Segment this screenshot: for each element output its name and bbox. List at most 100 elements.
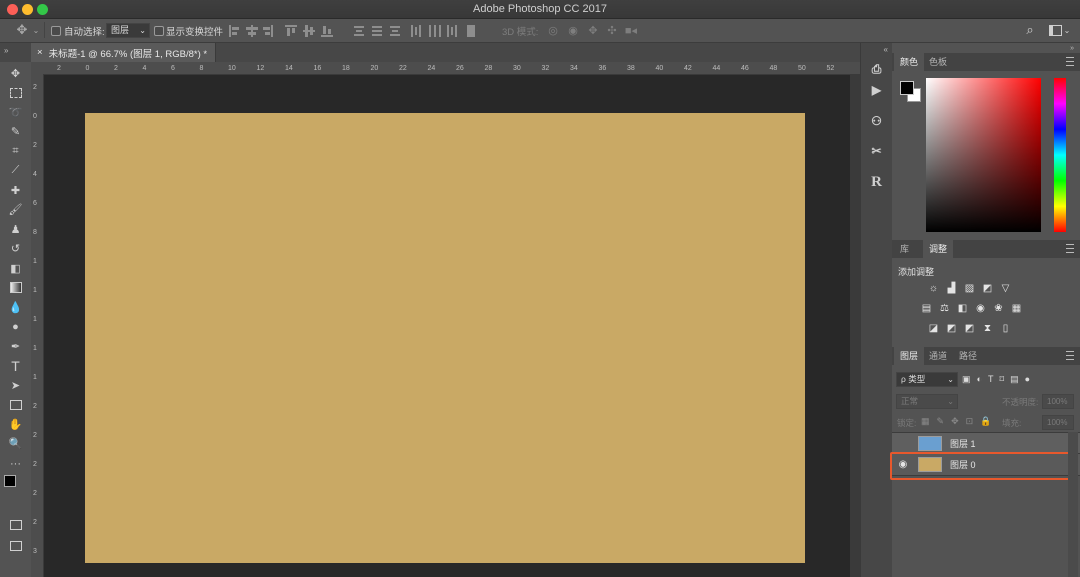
- smart-object-filter-icon[interactable]: ▤: [1010, 374, 1019, 385]
- properties-panel-icon[interactable]: ⚇: [861, 110, 892, 132]
- black-white-icon[interactable]: ◧: [957, 303, 968, 314]
- threshold-icon[interactable]: ◩: [964, 323, 975, 334]
- adjustment-filter-icon[interactable]: ◐: [977, 374, 982, 385]
- panel-menu-icon[interactable]: [1066, 57, 1074, 66]
- brush-tool-icon[interactable]: 🖌: [0, 200, 31, 219]
- history-brush-tool-icon[interactable]: ↺: [0, 239, 31, 258]
- posterize-icon[interactable]: ◩: [946, 323, 957, 334]
- tab-paths[interactable]: 路径: [953, 347, 983, 365]
- brush-settings-panel-icon[interactable]: ✂: [861, 140, 892, 162]
- move-tool-icon[interactable]: ✥: [14, 22, 30, 37]
- document-canvas[interactable]: [85, 113, 805, 563]
- lock-all-icon[interactable]: 🔒: [980, 416, 991, 427]
- dodge-tool-icon[interactable]: ●: [0, 317, 31, 336]
- close-tab-icon[interactable]: ×: [37, 47, 43, 58]
- layer-filter-dropdown[interactable]: ρ 类型 ⌄: [896, 372, 958, 387]
- filter-toggle-icon[interactable]: ●: [1025, 374, 1030, 385]
- quick-mask-icon[interactable]: [0, 515, 31, 534]
- lock-pixels-icon[interactable]: ✎: [937, 416, 945, 427]
- panel-menu-icon[interactable]: [1066, 351, 1074, 360]
- healing-brush-tool-icon[interactable]: ✚: [0, 181, 31, 200]
- tab-color[interactable]: 颜色: [894, 53, 925, 71]
- collapse-strip-icon[interactable]: «: [884, 45, 888, 54]
- lock-artboard-icon[interactable]: ⊡: [966, 416, 974, 427]
- levels-icon[interactable]: ▟: [946, 283, 957, 294]
- 3d-drag-icon[interactable]: ✥: [586, 23, 600, 37]
- gradient-tool-icon[interactable]: [0, 278, 31, 297]
- tab-layers[interactable]: 图层: [894, 347, 925, 365]
- screen-mode-icon[interactable]: [0, 536, 31, 555]
- gradient-map-icon[interactable]: ▯: [1000, 323, 1011, 334]
- vertical-scrollbar[interactable]: [850, 75, 860, 577]
- channel-mixer-icon[interactable]: ❀: [993, 303, 1004, 314]
- plugin-panel-icon[interactable]: R: [861, 171, 892, 193]
- tab-adjustments[interactable]: 调整: [923, 240, 954, 258]
- eye-icon[interactable]: ◉: [892, 459, 914, 470]
- move-tool-icon[interactable]: ✥: [0, 64, 31, 83]
- clone-stamp-tool-icon[interactable]: ♟: [0, 220, 31, 239]
- ruler-tick-label: 0: [85, 65, 90, 72]
- layer-row[interactable]: 图层 1: [892, 432, 1080, 454]
- rectangle-tool-icon[interactable]: [0, 395, 31, 414]
- eraser-tool-icon[interactable]: ◧: [0, 259, 31, 278]
- invert-icon[interactable]: ◪: [928, 323, 939, 334]
- color-foreground-swatch[interactable]: [900, 81, 914, 95]
- vertical-ruler[interactable]: 2 0 2 4 6 8 1 1 1 1 1 2 2 2 2 2 3: [31, 74, 44, 577]
- eyedropper-tool-icon[interactable]: ⟋: [0, 161, 31, 180]
- 3d-rotate-icon[interactable]: ◎: [546, 23, 560, 37]
- chevron-down-icon[interactable]: ⌄: [1063, 23, 1071, 37]
- color-lookup-icon[interactable]: ▦: [1011, 303, 1022, 314]
- curves-icon[interactable]: ▨: [964, 283, 975, 294]
- workspace-icon[interactable]: [1049, 25, 1062, 36]
- vibrance-icon[interactable]: ▽: [1000, 283, 1011, 294]
- lasso-tool-icon[interactable]: ➰: [0, 103, 31, 122]
- blend-mode-dropdown[interactable]: 正常 ⌄: [896, 394, 958, 409]
- exposure-icon[interactable]: ◩: [982, 283, 993, 294]
- collapse-toolbar-icon[interactable]: »: [4, 46, 8, 55]
- type-tool-icon[interactable]: T: [0, 356, 31, 375]
- history-panel-icon[interactable]: ⎙: [861, 58, 892, 80]
- opacity-input[interactable]: 100%: [1042, 394, 1074, 409]
- lock-transparent-icon[interactable]: ▦: [921, 416, 930, 427]
- marquee-tool-icon[interactable]: [0, 83, 31, 102]
- crop-tool-icon[interactable]: ⌗: [0, 142, 31, 161]
- 3d-roll-icon[interactable]: ◉: [566, 23, 580, 37]
- type-filter-icon[interactable]: T: [988, 374, 994, 385]
- actions-panel-icon[interactable]: ▶: [861, 79, 892, 101]
- tab-swatches[interactable]: 色板: [923, 53, 953, 71]
- selective-color-icon[interactable]: ⧗: [982, 323, 993, 334]
- collapse-panels-icon[interactable]: »: [892, 45, 1080, 52]
- path-selection-tool-icon[interactable]: ➤: [0, 376, 31, 395]
- chevron-down-icon[interactable]: ⌄: [32, 23, 40, 37]
- lock-position-icon[interactable]: ✥: [951, 416, 959, 427]
- 3d-scale-icon[interactable]: ■◂: [624, 23, 638, 37]
- layer-row[interactable]: ◉ 图层 0: [892, 453, 1080, 476]
- hue-slider[interactable]: [1054, 78, 1066, 232]
- document-tab[interactable]: × 未标题-1 @ 66.7% (图层 1, RGB/8*) *: [31, 43, 217, 62]
- blur-tool-icon[interactable]: 💧: [0, 298, 31, 317]
- horizontal-ruler[interactable]: 2 0 2 4 6 8 10 12 14 16 18 20 22 24 26 28 30 32 34 36 38 40 42…: [43, 62, 860, 75]
- fill-input[interactable]: 100%: [1042, 415, 1074, 430]
- panel-menu-icon[interactable]: [1066, 244, 1074, 253]
- quick-select-tool-icon[interactable]: ✎: [0, 122, 31, 141]
- auto-select-checkbox[interactable]: [51, 26, 61, 36]
- hue-saturation-icon[interactable]: ▤: [921, 303, 932, 314]
- shape-filter-icon[interactable]: ⌑: [999, 374, 1004, 385]
- color-field[interactable]: [926, 78, 1041, 232]
- hand-tool-icon[interactable]: ✋: [0, 415, 31, 434]
- zoom-tool-icon[interactable]: 🔍: [0, 434, 31, 453]
- 3d-slide-icon[interactable]: ✣: [605, 23, 619, 37]
- show-transform-checkbox[interactable]: [154, 26, 164, 36]
- tab-libraries[interactable]: 库: [894, 240, 915, 258]
- layers-scrollbar[interactable]: [1068, 432, 1078, 577]
- pixel-filter-icon[interactable]: ▣: [962, 374, 971, 385]
- more-tools-icon[interactable]: ···: [0, 454, 31, 473]
- search-icon[interactable]: ⌕: [1023, 22, 1037, 37]
- pen-tool-icon[interactable]: ✒: [0, 337, 31, 356]
- auto-select-dropdown[interactable]: 图层 ⌄: [106, 23, 150, 38]
- tab-channels[interactable]: 通道: [923, 347, 953, 365]
- photo-filter-icon[interactable]: ◉: [975, 303, 986, 314]
- foreground-color-swatch[interactable]: [4, 475, 16, 487]
- brightness-icon[interactable]: ☼: [928, 283, 939, 294]
- color-balance-icon[interactable]: ⚖: [939, 303, 950, 314]
